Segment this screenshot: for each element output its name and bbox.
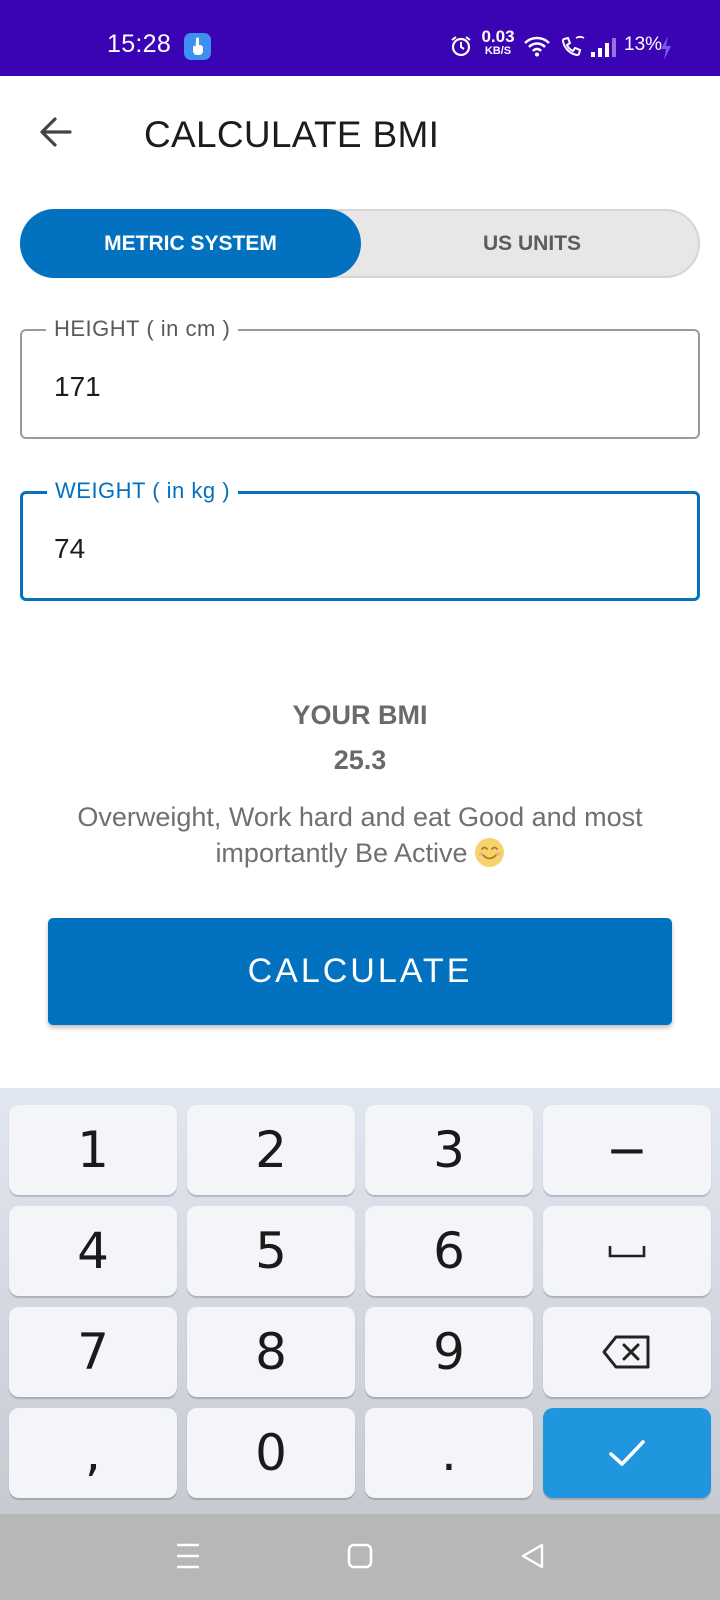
key-6[interactable]: 6 (365, 1206, 533, 1296)
checkmark-icon (609, 1440, 645, 1466)
network-speed: 0.03 KB/S (481, 27, 515, 57)
key-0[interactable]: 0 (187, 1408, 355, 1498)
nav-back-icon[interactable] (520, 1542, 546, 1575)
weight-input[interactable]: 74 (54, 533, 85, 565)
weight-label: WEIGHT ( in kg ) (47, 478, 239, 504)
battery-level: 13% (624, 34, 663, 55)
alarm-icon (450, 35, 472, 62)
key-2[interactable]: 2 (187, 1105, 355, 1195)
backspace-icon (602, 1335, 650, 1369)
key-7[interactable]: 7 (9, 1307, 177, 1397)
key-backspace[interactable] (543, 1307, 711, 1397)
wifi-icon (523, 35, 551, 62)
key-done[interactable] (543, 1408, 711, 1498)
key-3[interactable]: 3 (365, 1105, 533, 1195)
key-9[interactable]: 9 (365, 1307, 533, 1397)
height-field[interactable]: HEIGHT ( in cm ) 171 (20, 316, 700, 439)
navigation-bar (0, 1514, 720, 1600)
space-icon (608, 1246, 646, 1258)
smiling-face-icon (474, 837, 505, 868)
status-time: 15:28 (107, 30, 172, 58)
key-5[interactable]: 5 (187, 1206, 355, 1296)
bmi-message-text: Overweight, Work hard and eat Good and m… (77, 802, 643, 868)
key-minus[interactable]: − (543, 1105, 711, 1195)
weight-field[interactable]: WEIGHT ( in kg ) 74 (20, 478, 700, 601)
signal-icon (590, 37, 620, 62)
page-title: CALCULATE BMI (144, 114, 440, 155)
home-icon[interactable] (347, 1542, 373, 1575)
key-8[interactable]: 8 (187, 1307, 355, 1397)
height-label: HEIGHT ( in cm ) (46, 316, 239, 342)
bmi-result-message: Overweight, Work hard and eat Good and m… (30, 799, 690, 871)
charging-bolt-icon (660, 36, 672, 65)
bmi-result-title: YOUR BMI (292, 700, 428, 730)
wifi-calling-icon (561, 35, 587, 62)
key-4[interactable]: 4 (9, 1206, 177, 1296)
tab-us-units[interactable]: US UNITS (362, 209, 702, 278)
unit-toggle: METRIC SYSTEM US UNITS (20, 209, 700, 278)
bmi-result-value: 25.3 (333, 745, 387, 775)
numeric-keyboard: 1 2 3 − 4 5 6 7 8 9 , 0 . (0, 1088, 720, 1514)
calculate-button[interactable]: CALCULATE (48, 918, 672, 1025)
key-comma[interactable]: , (9, 1408, 177, 1498)
notification-icon (184, 33, 211, 60)
key-space[interactable] (543, 1206, 711, 1296)
key-1[interactable]: 1 (9, 1105, 177, 1195)
tab-metric-system[interactable]: METRIC SYSTEM (20, 209, 361, 278)
arrow-back-icon[interactable] (36, 112, 76, 152)
height-input[interactable]: 171 (54, 371, 101, 403)
status-bar: 15:28 0.03 KB/S 13% (0, 0, 720, 76)
recent-apps-icon[interactable] (175, 1541, 201, 1576)
key-dot[interactable]: . (365, 1408, 533, 1498)
